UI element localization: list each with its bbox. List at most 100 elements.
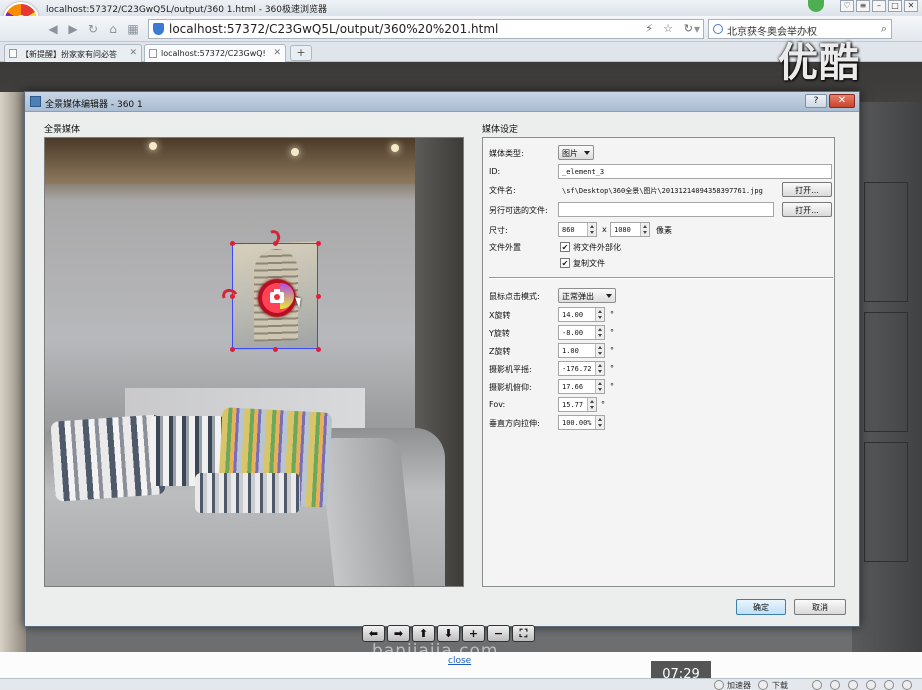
tab-2[interactable]: localhost:57372/C23GwQ! ✕ bbox=[144, 44, 286, 62]
degree-unit: ° bbox=[610, 310, 614, 319]
refresh-icon[interactable]: ↻ bbox=[86, 22, 100, 36]
divider bbox=[489, 277, 833, 279]
status-icon[interactable] bbox=[848, 680, 858, 690]
status-icon[interactable] bbox=[830, 680, 840, 690]
address-url[interactable]: localhost:57372/C23GwQ5L/output/360%20%2… bbox=[169, 22, 498, 36]
open-file-button[interactable]: 打开... bbox=[782, 182, 832, 197]
open-alt-file-button[interactable]: 打开... bbox=[782, 202, 832, 217]
media-hotspot[interactable] bbox=[258, 279, 296, 317]
tab-close-icon[interactable]: ✕ bbox=[129, 48, 137, 58]
address-bar[interactable]: localhost:57372/C23GwQ5L/output/360%20%2… bbox=[148, 19, 704, 39]
alt-file-label: 另行可选的文件: bbox=[489, 206, 548, 215]
camera-pan-row: 摄影机平摇: -176.72 ° bbox=[489, 361, 834, 377]
ceiling-light bbox=[291, 148, 299, 156]
camera-tilt-label: 摄影机俯仰: bbox=[489, 383, 532, 392]
media-type-select[interactable]: 图片 bbox=[558, 145, 594, 160]
dropdown-icon[interactable]: ▾ bbox=[690, 22, 704, 36]
copy-file-row: ✔ 复制文件 bbox=[489, 255, 834, 271]
resize-handle[interactable] bbox=[273, 347, 278, 352]
skin-icon[interactable]: ♡ bbox=[840, 0, 854, 12]
resize-handle[interactable] bbox=[316, 294, 321, 299]
filename-field[interactable]: \sf\Desktop\360全景\图片\2013121409435839776… bbox=[558, 182, 774, 197]
x-separator: x bbox=[602, 225, 607, 234]
camera-pan-label: 摄影机平摇: bbox=[489, 365, 532, 374]
y-rotation-row: Y旋转 -8.00 ° bbox=[489, 325, 834, 341]
media-settings-panel: 媒体类型: 图片 ID: _element_3 文件名: \sf\Desktop… bbox=[482, 137, 835, 587]
ceiling-light bbox=[391, 144, 399, 152]
width-spinbox[interactable]: 860 bbox=[558, 222, 597, 237]
z-rotation-spinbox[interactable]: 1.00 bbox=[558, 343, 605, 358]
camera-icon bbox=[270, 289, 284, 303]
right-wall bbox=[852, 102, 922, 662]
panorama-media-editor-dialog: 全景媒体编辑器 - 360 1 ? ✕ 全景媒体 媒体设定 媒体类型: 图片 I… bbox=[24, 91, 860, 627]
panorama-preview[interactable] bbox=[44, 137, 464, 587]
chevron-down-icon bbox=[606, 294, 612, 298]
resize-handle[interactable] bbox=[316, 241, 321, 246]
copy-file-checkbox[interactable]: ✔ bbox=[560, 258, 570, 268]
minimize-button[interactable]: – bbox=[872, 0, 886, 12]
status-icon[interactable] bbox=[812, 680, 822, 690]
download-label[interactable]: 下载 bbox=[772, 680, 788, 690]
alt-file-field[interactable] bbox=[558, 202, 774, 217]
dialog-close-button[interactable]: ✕ bbox=[829, 94, 855, 108]
download-icon[interactable] bbox=[758, 680, 768, 690]
close-window-button[interactable]: ✕ bbox=[904, 0, 918, 12]
search-engine-icon[interactable] bbox=[713, 24, 723, 34]
x-rotation-label: X旋转 bbox=[489, 311, 511, 320]
help-button[interactable]: ? bbox=[805, 94, 827, 108]
tab-1[interactable]: 【新提醒】扮家家有问必答 ✕ bbox=[4, 44, 142, 62]
pan-left-button[interactable]: ⬅ bbox=[362, 625, 385, 642]
dialog-title: 全景媒体编辑器 - 360 1 bbox=[45, 100, 143, 110]
id-field[interactable]: _element_3 bbox=[558, 164, 832, 179]
cancel-button[interactable]: 取消 bbox=[794, 599, 846, 615]
externalize-checkbox[interactable]: ✔ bbox=[560, 242, 570, 252]
zoom-out-button[interactable]: − bbox=[487, 625, 510, 642]
resize-handle[interactable] bbox=[230, 347, 235, 352]
home-icon[interactable]: ⌂ bbox=[106, 22, 120, 36]
grid-icon[interactable]: ▦ bbox=[126, 22, 140, 36]
lightning-icon[interactable]: ⚡ bbox=[645, 22, 653, 35]
x-rotation-spinbox[interactable]: 14.00 bbox=[558, 307, 605, 322]
status-icon[interactable] bbox=[902, 680, 912, 690]
fov-spinbox[interactable]: 15.77 bbox=[558, 397, 597, 412]
accelerator-icon[interactable] bbox=[714, 680, 724, 690]
search-icon[interactable]: ⌕ bbox=[881, 22, 887, 36]
size-label: 尺寸: bbox=[489, 226, 508, 235]
ok-button[interactable]: 确定 bbox=[736, 599, 786, 615]
camera-pan-spinbox[interactable]: -176.72 bbox=[558, 361, 605, 376]
tab-close-icon[interactable]: ✕ bbox=[273, 48, 281, 58]
pan-right-button[interactable]: ➡ bbox=[387, 625, 410, 642]
fullscreen-button[interactable]: ⛶ bbox=[512, 625, 535, 642]
viewer-controls: ⬅ ➡ ⬆ ⬇ + − ⛶ bbox=[362, 625, 535, 642]
ceiling-light bbox=[149, 142, 157, 150]
menu-icon[interactable]: ≡ bbox=[856, 0, 870, 12]
status-icon[interactable] bbox=[884, 680, 894, 690]
close-link[interactable]: close bbox=[448, 656, 471, 666]
click-mode-select[interactable]: 正常弹出 bbox=[558, 288, 616, 303]
camera-tilt-spinbox[interactable]: 17.66 bbox=[558, 379, 605, 394]
browser-title-bar: localhost:57372/C23GwQ5L/output/360 1.ht… bbox=[0, 0, 922, 16]
resize-handle[interactable] bbox=[316, 347, 321, 352]
ceiling bbox=[45, 138, 463, 184]
filename-row: 文件名: \sf\Desktop\360全景\图片\20131214094358… bbox=[489, 182, 834, 198]
dialog-title-bar[interactable]: 全景媒体编辑器 - 360 1 ? ✕ bbox=[25, 92, 859, 112]
forward-icon[interactable]: ▶ bbox=[66, 22, 80, 36]
zoom-icon[interactable] bbox=[866, 680, 876, 690]
accelerator-label[interactable]: 加速器 bbox=[727, 680, 751, 690]
height-spinbox[interactable]: 1080 bbox=[610, 222, 650, 237]
vertical-stretch-spinbox[interactable]: 100.00% bbox=[558, 415, 605, 430]
back-icon[interactable]: ◀ bbox=[46, 22, 60, 36]
pan-down-button[interactable]: ⬇ bbox=[437, 625, 460, 642]
zoom-in-button[interactable]: + bbox=[462, 625, 485, 642]
resize-handle[interactable] bbox=[230, 241, 235, 246]
new-tab-button[interactable]: + bbox=[290, 45, 312, 61]
pan-up-button[interactable]: ⬆ bbox=[412, 625, 435, 642]
youku-watermark: 优酷 bbox=[778, 40, 860, 86]
fov-row: Fov: 15.77 ° bbox=[489, 397, 834, 413]
window-title: localhost:57372/C23GwQ5L/output/360 1.ht… bbox=[46, 5, 328, 15]
maximize-button[interactable]: □ bbox=[888, 0, 902, 12]
window-controls: ♡ ≡ – □ ✕ bbox=[840, 0, 918, 12]
left-wall bbox=[0, 92, 26, 652]
y-rotation-spinbox[interactable]: -8.00 bbox=[558, 325, 605, 340]
star-icon[interactable]: ☆ bbox=[663, 22, 673, 35]
